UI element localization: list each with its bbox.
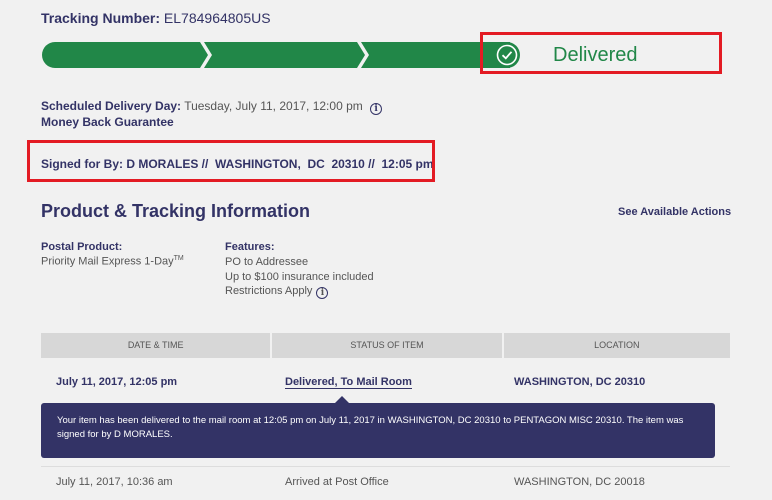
progress-bar-graphic [42,42,510,68]
postal-product-value: Priority Mail Express 1-DayTM [41,255,184,268]
feature-restrictions[interactable]: Restrictions Apply [225,285,312,297]
info-icon[interactable]: i [316,287,329,299]
features-label: Features: [225,241,275,253]
scheduled-delivery-value: Tuesday, July 11, 2017, 12:00 pm [184,99,363,113]
money-back-guarantee: Money Back Guarantee [41,115,174,129]
postal-product-label: Postal Product: [41,241,123,253]
tooltip-arrow [335,396,349,403]
trademark-mark: TM [173,255,184,262]
progress-segment-1 [42,42,208,68]
highlight-box-delivered [480,32,722,74]
feature-item: Up to $100 insurance included [225,270,374,283]
column-header-date: DATE & TIME [41,333,271,358]
postal-product-name: Priority Mail Express 1-Day [41,255,174,268]
section-title: Product & Tracking Information [41,201,311,221]
tracking-number: Tracking Number: EL784964805US [41,10,271,26]
status-detail-tooltip: Your item has been delivered to the mail… [41,403,715,458]
row-date: July 11, 2017, 10:36 am [56,476,173,488]
feature-item: PO to Addressee [225,256,309,268]
tracking-number-value: EL784964805US [163,10,271,26]
highlight-box-signed [27,140,435,182]
feature-item: Restrictions Apply i [225,284,374,299]
scheduled-delivery: Scheduled Delivery Day: Tuesday, July 11… [41,99,383,115]
progress-segment-2 [204,42,365,68]
row-date: July 11, 2017, 12:05 pm [56,376,178,388]
row-divider [41,466,730,467]
row-location: WASHINGTON, DC 20018 [514,476,645,488]
tracking-table-header: DATE & TIME STATUS OF ITEM LOCATION [41,333,730,358]
info-icon[interactable]: i [370,103,383,115]
column-header-location: LOCATION [503,333,730,358]
see-available-actions-link[interactable]: See Available Actions [618,206,731,218]
row-location: WASHINGTON, DC 20310 [514,376,646,388]
progress-segment-3 [361,42,492,68]
row-status-link[interactable]: Delivered, To Mail Room [285,376,412,389]
tracking-number-label: Tracking Number: [41,10,161,26]
row-status: Arrived at Post Office [285,476,389,488]
column-header-status: STATUS OF ITEM [272,333,502,358]
scheduled-delivery-label: Scheduled Delivery Day: [41,99,182,113]
progress-bar [42,42,522,68]
features-list: PO to Addressee Up to $100 insurance inc… [225,255,374,299]
